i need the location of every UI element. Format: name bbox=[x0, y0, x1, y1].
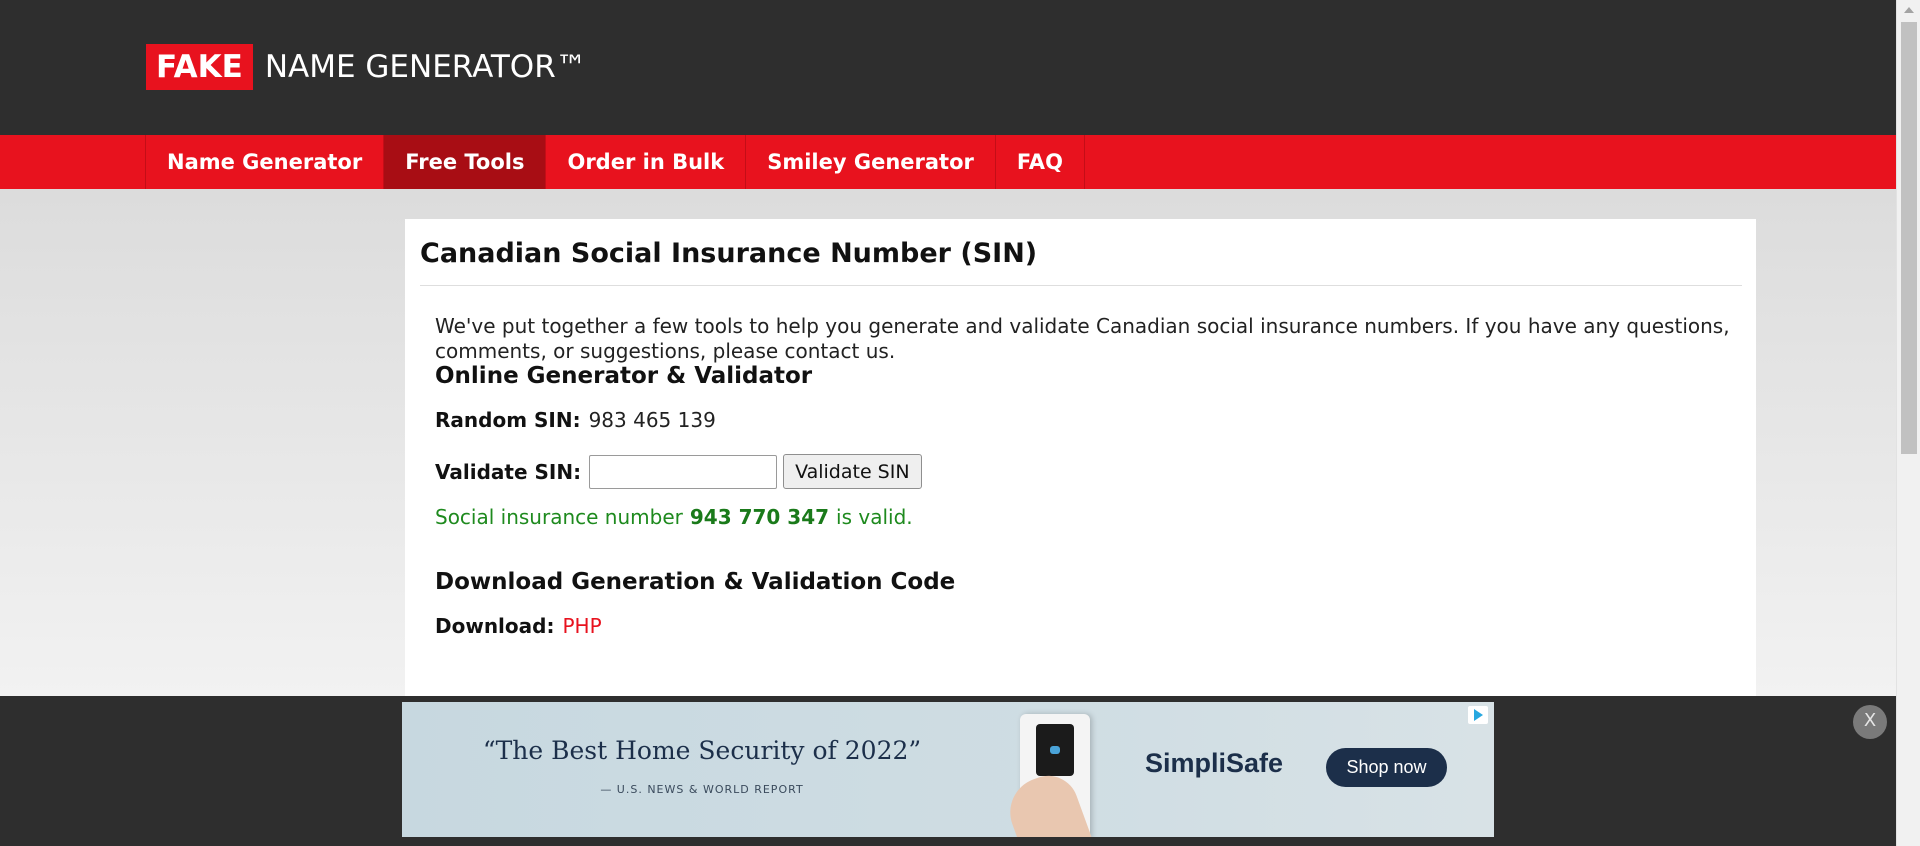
validate-sin-button[interactable]: Validate SIN bbox=[783, 454, 922, 489]
content-card: Canadian Social Insurance Number (SIN) W… bbox=[405, 219, 1756, 739]
keypad-screen bbox=[1036, 724, 1074, 776]
validation-suffix: is valid. bbox=[836, 505, 913, 529]
nav-item-name-generator[interactable]: Name Generator bbox=[146, 135, 385, 189]
random-sin-value: 983 465 139 bbox=[588, 408, 716, 432]
title-divider bbox=[420, 285, 1742, 286]
validate-sin-input[interactable] bbox=[589, 454, 778, 489]
nav-item-order-in-bulk[interactable]: Order in Bulk bbox=[546, 135, 747, 189]
nav-item-smiley-generator[interactable]: Smiley Generator bbox=[746, 135, 996, 189]
ad-banner[interactable]: “The Best Home Security of 2022” — U.S. … bbox=[402, 702, 1494, 837]
main-nav: Name Generator Free Tools Order in Bulk … bbox=[0, 135, 1896, 189]
nav-list: Name Generator Free Tools Order in Bulk … bbox=[145, 135, 1085, 189]
random-sin-label: Random SIN: bbox=[435, 408, 581, 432]
scroll-up-arrow-icon[interactable] bbox=[1904, 7, 1914, 13]
logo-name-generator-text: NAME GENERATOR™ bbox=[264, 49, 587, 85]
ad-quote: “The Best Home Security of 2022” bbox=[482, 736, 922, 765]
ad-bar: “The Best Home Security of 2022” — U.S. … bbox=[0, 696, 1896, 846]
site-header: FAKE NAME GENERATOR™ bbox=[0, 0, 1896, 135]
download-heading: Download Generation & Validation Code bbox=[435, 569, 956, 595]
ad-source: — U.S. NEWS & WORLD REPORT bbox=[600, 783, 804, 796]
nav-item-faq[interactable]: FAQ bbox=[996, 135, 1085, 189]
validate-sin-label: Validate SIN: bbox=[435, 459, 582, 484]
validated-number: 943 770 347 bbox=[689, 505, 830, 529]
page-title: Canadian Social Insurance Number (SIN) bbox=[420, 238, 1038, 269]
nav-item-free-tools[interactable]: Free Tools bbox=[384, 135, 547, 189]
validation-result: Social insurance number 943 770 347 is v… bbox=[435, 505, 913, 529]
site-logo[interactable]: FAKE NAME GENERATOR™ bbox=[146, 44, 587, 90]
ad-choices-icon[interactable] bbox=[1468, 706, 1488, 724]
logo-fake-text: FAKE bbox=[146, 44, 253, 90]
ad-brand: SimpliSafe bbox=[1145, 748, 1284, 778]
generator-heading: Online Generator & Validator bbox=[435, 363, 813, 389]
download-row: Download: PHP bbox=[435, 614, 602, 638]
shop-now-button[interactable]: Shop now bbox=[1326, 748, 1447, 787]
intro-text: We've put together a few tools to help y… bbox=[435, 314, 1730, 363]
random-sin-row: Random SIN: 983 465 139 bbox=[435, 408, 716, 432]
validation-prefix: Social insurance number bbox=[435, 505, 683, 529]
download-php-link[interactable]: PHP bbox=[562, 614, 601, 638]
download-label: Download: bbox=[435, 614, 555, 638]
ad-close-button[interactable]: X bbox=[1853, 705, 1887, 739]
page-scrollbar[interactable] bbox=[1896, 0, 1920, 846]
scroll-thumb[interactable] bbox=[1901, 22, 1917, 454]
validate-sin-row: Validate SIN: Validate SIN bbox=[435, 454, 922, 489]
